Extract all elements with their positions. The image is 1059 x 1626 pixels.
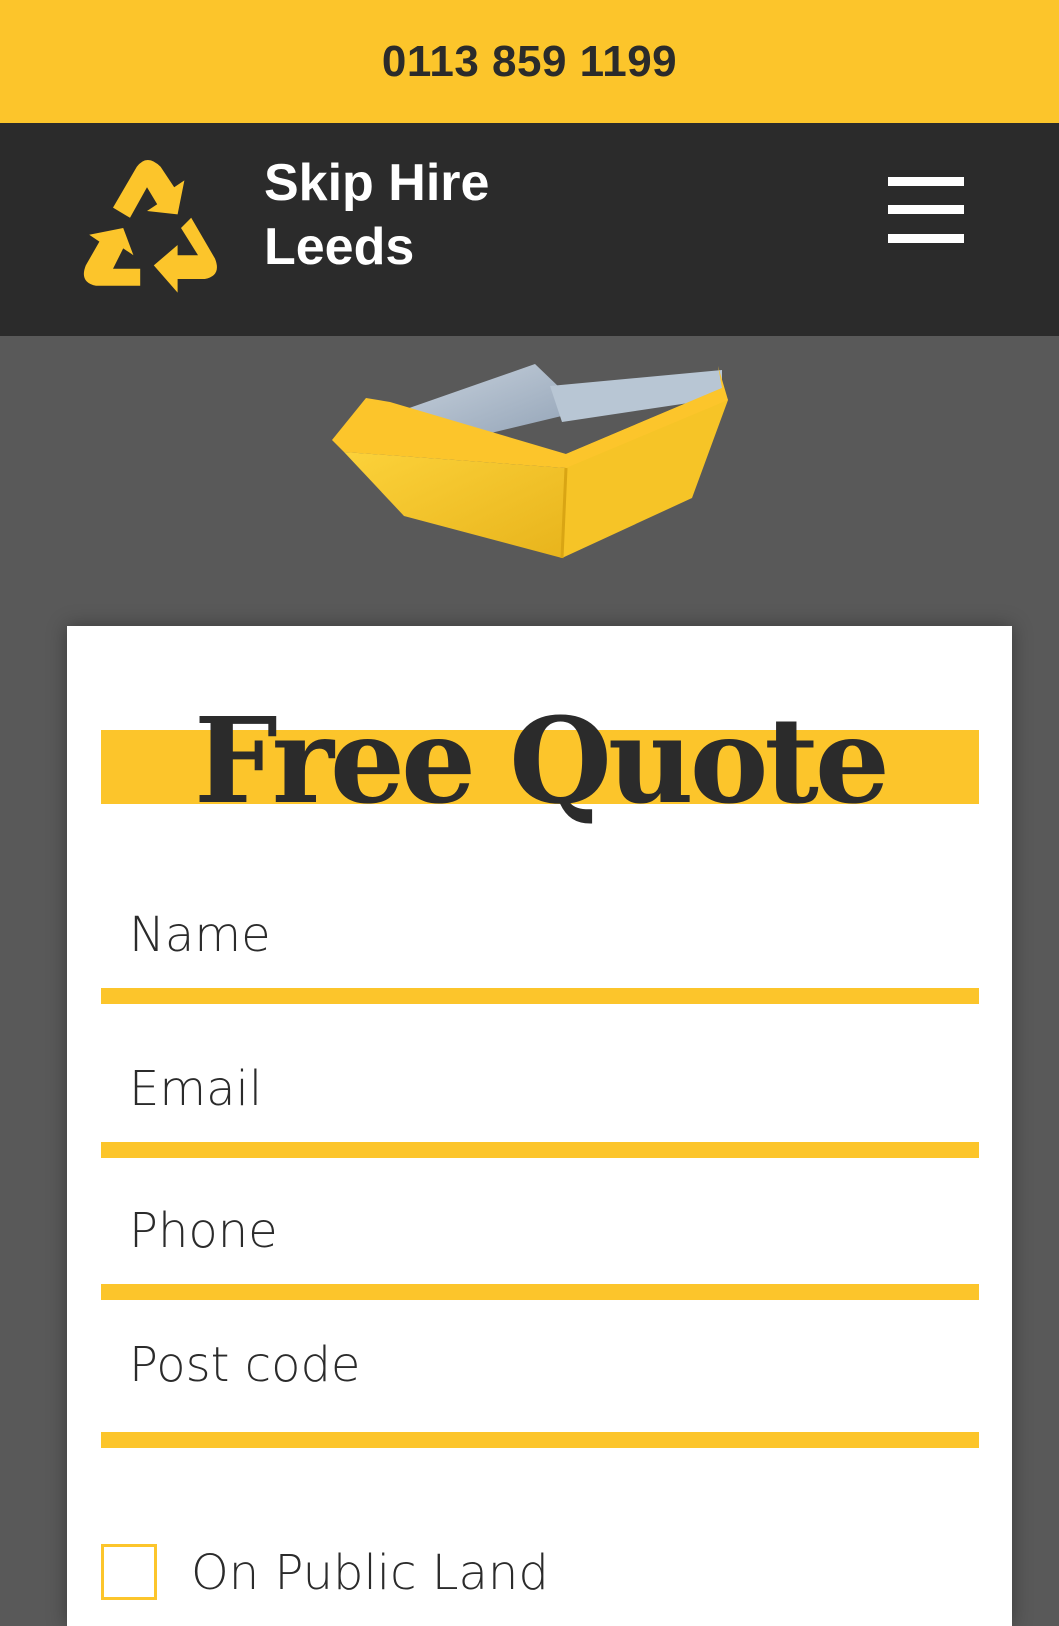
public-land-checkbox[interactable] bbox=[101, 1544, 157, 1600]
skip-container-illustration bbox=[332, 364, 728, 559]
postcode-field bbox=[101, 1330, 979, 1448]
quote-form-card: Free Quote On Public Land bbox=[67, 626, 1012, 1626]
postcode-input[interactable] bbox=[101, 1330, 979, 1400]
phone-underline bbox=[101, 1284, 979, 1300]
phone-field bbox=[101, 1196, 979, 1300]
name-underline bbox=[101, 988, 979, 1004]
public-land-label[interactable]: On Public Land bbox=[191, 1538, 549, 1608]
hero-section bbox=[0, 336, 1059, 626]
brand-name[interactable]: Skip Hire Leeds bbox=[264, 151, 489, 279]
site-header: Skip Hire Leeds bbox=[0, 123, 1059, 336]
phone-input[interactable] bbox=[101, 1196, 979, 1266]
form-title-block: Free Quote bbox=[101, 696, 979, 836]
email-input[interactable] bbox=[101, 1054, 979, 1124]
hamburger-menu-icon[interactable] bbox=[888, 177, 964, 243]
name-input[interactable] bbox=[101, 900, 979, 970]
brand-line-1: Skip Hire bbox=[264, 154, 490, 212]
top-phone-bar: 0113 859 1199 bbox=[0, 0, 1059, 123]
name-field bbox=[101, 900, 979, 1004]
form-title: Free Quote bbox=[194, 691, 890, 830]
email-field bbox=[101, 1054, 979, 1158]
phone-link[interactable]: 0113 859 1199 bbox=[382, 37, 677, 87]
postcode-underline bbox=[101, 1432, 979, 1448]
brand-line-2: Leeds bbox=[264, 218, 415, 276]
email-underline bbox=[101, 1142, 979, 1158]
recycle-icon[interactable] bbox=[62, 143, 232, 313]
